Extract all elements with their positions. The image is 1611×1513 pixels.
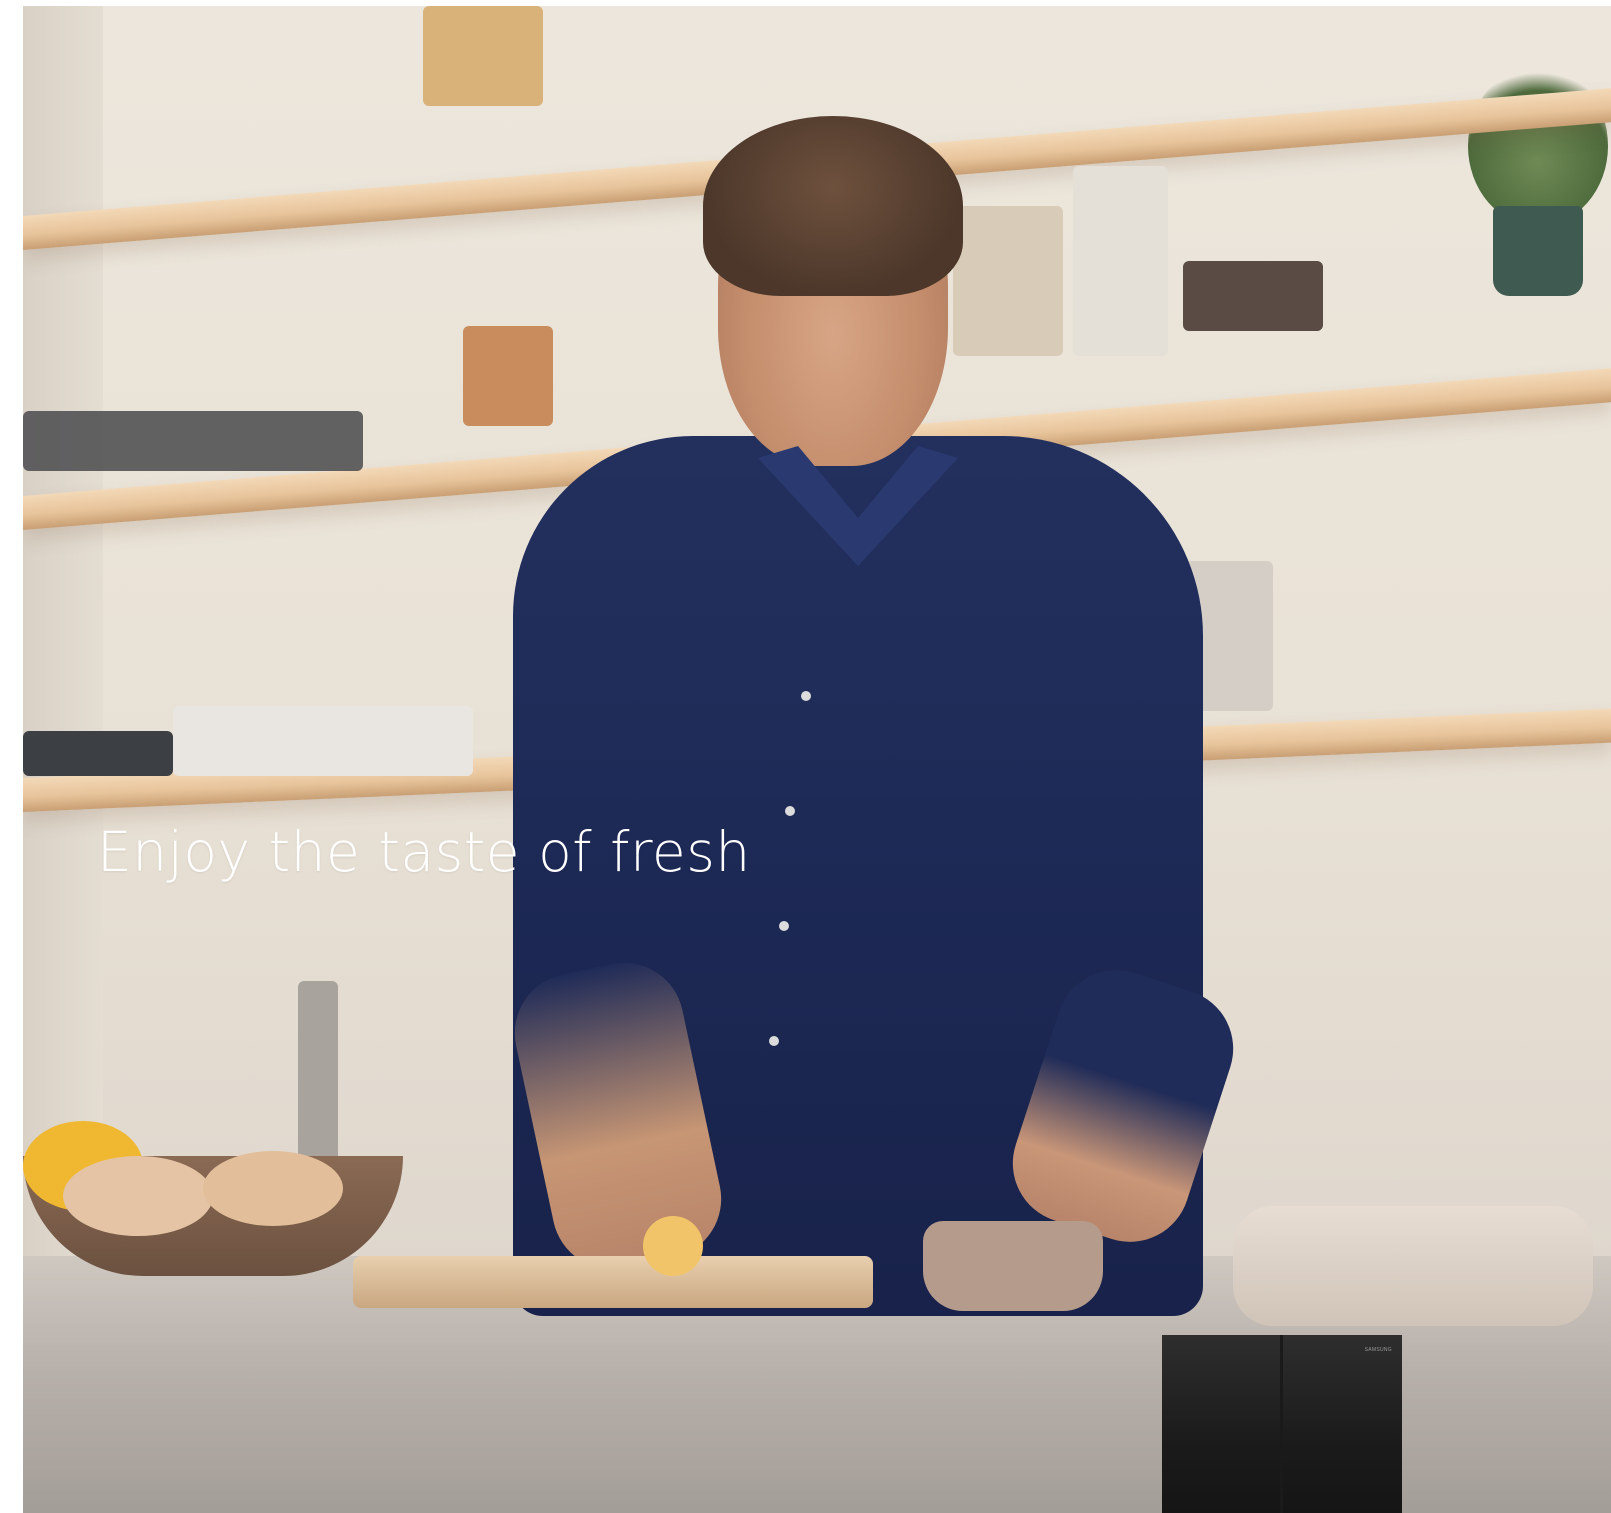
fridge-door-left: [1162, 1335, 1280, 1513]
cutting-board: [353, 1256, 873, 1308]
man-cooking: [473, 116, 1249, 1316]
onion: [63, 1156, 213, 1236]
sliced-fruit: [643, 1216, 703, 1276]
kitchen-hero-photo: [23, 6, 1611, 1513]
cups: [173, 706, 473, 776]
onion: [203, 1151, 343, 1226]
fridge-door-right: [1283, 1335, 1402, 1513]
jar: [423, 6, 543, 106]
shirt-button: [785, 806, 795, 816]
linen-towel: [1233, 1206, 1593, 1326]
mugs: [23, 411, 363, 471]
refrigerator-product-image: SAMSUNG: [1162, 1335, 1402, 1513]
shirt-button: [801, 691, 811, 701]
pepper-mill: [298, 981, 338, 1181]
plant-pot: [1493, 206, 1583, 296]
shirt-button: [769, 1036, 779, 1046]
clay-bowl: [923, 1221, 1103, 1311]
hero-tagline: Enjoy the taste of fresh: [97, 820, 751, 884]
hair: [703, 116, 963, 296]
shirt-button: [779, 921, 789, 931]
cookware: [23, 731, 173, 776]
brand-logo: SAMSUNG: [1364, 1347, 1392, 1353]
